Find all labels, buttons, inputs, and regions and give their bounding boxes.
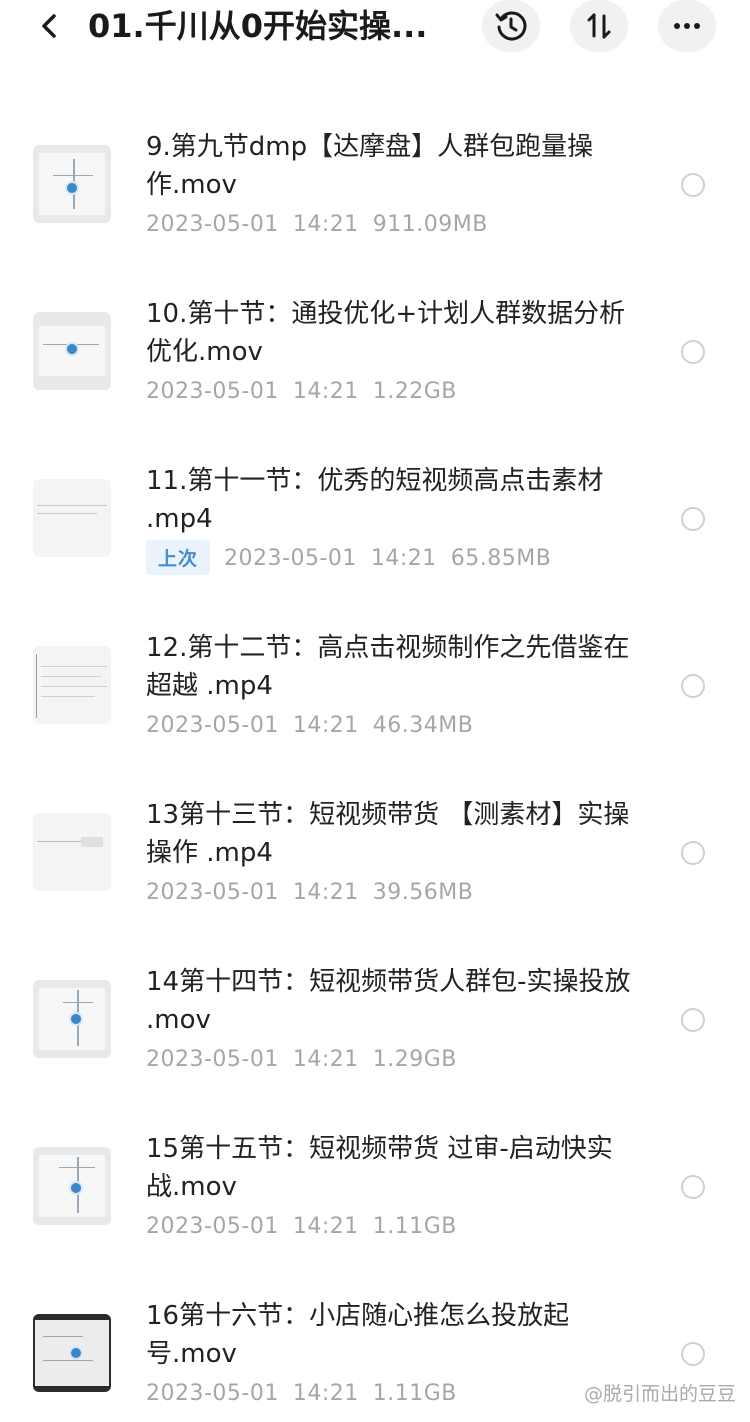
file-name: 14第十四节：短视频带货人群包-实操投放 .mov — [146, 967, 631, 1035]
select-radio[interactable] — [681, 340, 705, 364]
video-thumbnail — [33, 1147, 111, 1225]
file-date: 2023-05-01 — [146, 1381, 279, 1406]
file-row[interactable]: 15第十五节：短视频带货 过审-启动快实战.mov 2023-05-01 14:2… — [0, 1102, 750, 1269]
file-row[interactable]: 11.第十一节：优秀的短视频高点击素材 .mp4 上次 2023-05-01 14:… — [0, 434, 750, 601]
select-radio[interactable] — [681, 1342, 705, 1366]
select-radio[interactable] — [681, 1008, 705, 1032]
page-title: 01.千川从0开始实操... — [88, 7, 428, 45]
sort-icon — [587, 13, 611, 39]
file-meta: 2023-05-01 14:21 46.34MB — [146, 713, 487, 738]
file-date: 2023-05-01 — [146, 1214, 279, 1239]
select-radio[interactable] — [681, 1175, 705, 1199]
file-name: 11.第十一节：优秀的短视频高点击素材 .mp4 — [146, 466, 604, 534]
file-meta: 上次 2023-05-01 14:21 65.85MB — [146, 540, 565, 575]
sort-button[interactable] — [570, 0, 628, 52]
file-date: 2023-05-01 — [146, 880, 279, 905]
file-list-page: 01.千川从0开始实操... 9.第九节dmp【达摩盘】人群包跑量操作.mov … — [0, 0, 750, 1422]
select-radio[interactable] — [681, 173, 705, 197]
file-row[interactable]: 12.第十二节：高点击视频制作之先借鉴在超越 .mp4 2023-05-01 14… — [0, 601, 750, 768]
file-date: 2023-05-01 — [224, 546, 357, 571]
select-radio[interactable] — [681, 674, 705, 698]
back-button[interactable] — [30, 6, 70, 46]
file-name: 12.第十二节：高点击视频制作之先借鉴在超越 .mp4 — [146, 633, 630, 701]
file-size: 911.09MB — [372, 212, 488, 237]
file-row[interactable]: 14第十四节：短视频带货人群包-实操投放 .mov 2023-05-01 14:2… — [0, 935, 750, 1102]
file-row[interactable]: 9.第九节dmp【达摩盘】人群包跑量操作.mov 2023-05-01 14:21… — [0, 100, 750, 267]
file-time: 14:21 — [292, 212, 359, 237]
top-bar: 01.千川从0开始实操... — [0, 0, 750, 60]
file-row[interactable]: 10.第十节：通投优化+计划人群数据分析优化.mov 2023-05-01 14:… — [0, 267, 750, 434]
video-thumbnail — [33, 1314, 111, 1392]
file-name: 13第十三节：短视频带货 【测素材】实操操作 .mp4 — [146, 800, 630, 868]
file-meta: 2023-05-01 14:21 1.11GB — [146, 1381, 471, 1406]
video-thumbnail — [33, 312, 111, 390]
file-size: 65.85MB — [450, 546, 552, 571]
file-time: 14:21 — [292, 880, 359, 905]
video-thumbnail — [33, 646, 111, 724]
file-date: 2023-05-01 — [146, 212, 279, 237]
file-time: 14:21 — [292, 1047, 359, 1072]
file-meta: 2023-05-01 14:21 911.09MB — [146, 212, 502, 237]
file-name: 9.第九节dmp【达摩盘】人群包跑量操作.mov — [146, 132, 594, 200]
file-size: 1.29GB — [372, 1047, 457, 1072]
video-thumbnail — [33, 980, 111, 1058]
chevron-left-icon — [42, 14, 56, 38]
select-radio[interactable] — [681, 507, 705, 531]
file-date: 2023-05-01 — [146, 379, 279, 404]
file-time: 14:21 — [292, 1214, 359, 1239]
file-name: 10.第十节：通投优化+计划人群数据分析优化.mov — [146, 299, 626, 367]
more-button[interactable] — [658, 0, 716, 52]
file-size: 39.56MB — [372, 880, 474, 905]
file-meta: 2023-05-01 14:21 1.22GB — [146, 379, 471, 404]
watermark: @脱引而出的豆豆 — [583, 1383, 736, 1405]
last-viewed-badge: 上次 — [146, 540, 211, 575]
file-time: 14:21 — [292, 1381, 359, 1406]
file-size: 1.11GB — [372, 1381, 457, 1406]
file-date: 2023-05-01 — [146, 713, 279, 738]
file-time: 14:21 — [370, 546, 437, 571]
file-meta: 2023-05-01 14:21 39.56MB — [146, 880, 487, 905]
file-date: 2023-05-01 — [146, 1047, 279, 1072]
video-thumbnail — [33, 813, 111, 891]
file-name: 16第十六节：小店随心推怎么投放起号.mov — [146, 1301, 570, 1369]
file-time: 14:21 — [292, 713, 359, 738]
file-size: 1.22GB — [372, 379, 457, 404]
video-thumbnail — [33, 145, 111, 223]
history-button[interactable] — [482, 0, 540, 52]
file-size: 46.34MB — [372, 713, 474, 738]
history-clock-icon — [495, 11, 527, 41]
file-list: 9.第九节dmp【达摩盘】人群包跑量操作.mov 2023-05-01 14:21… — [0, 100, 750, 1422]
file-meta: 2023-05-01 14:21 1.11GB — [146, 1214, 471, 1239]
file-name: 15第十五节：短视频带货 过审-启动快实战.mov — [146, 1134, 613, 1202]
video-thumbnail — [33, 479, 111, 557]
file-meta: 2023-05-01 14:21 1.29GB — [146, 1047, 471, 1072]
file-size: 1.11GB — [372, 1214, 457, 1239]
more-dots-icon — [674, 23, 700, 29]
select-radio[interactable] — [681, 841, 705, 865]
file-time: 14:21 — [292, 379, 359, 404]
file-row[interactable]: 13第十三节：短视频带货 【测素材】实操操作 .mp4 2023-05-01 14… — [0, 768, 750, 935]
